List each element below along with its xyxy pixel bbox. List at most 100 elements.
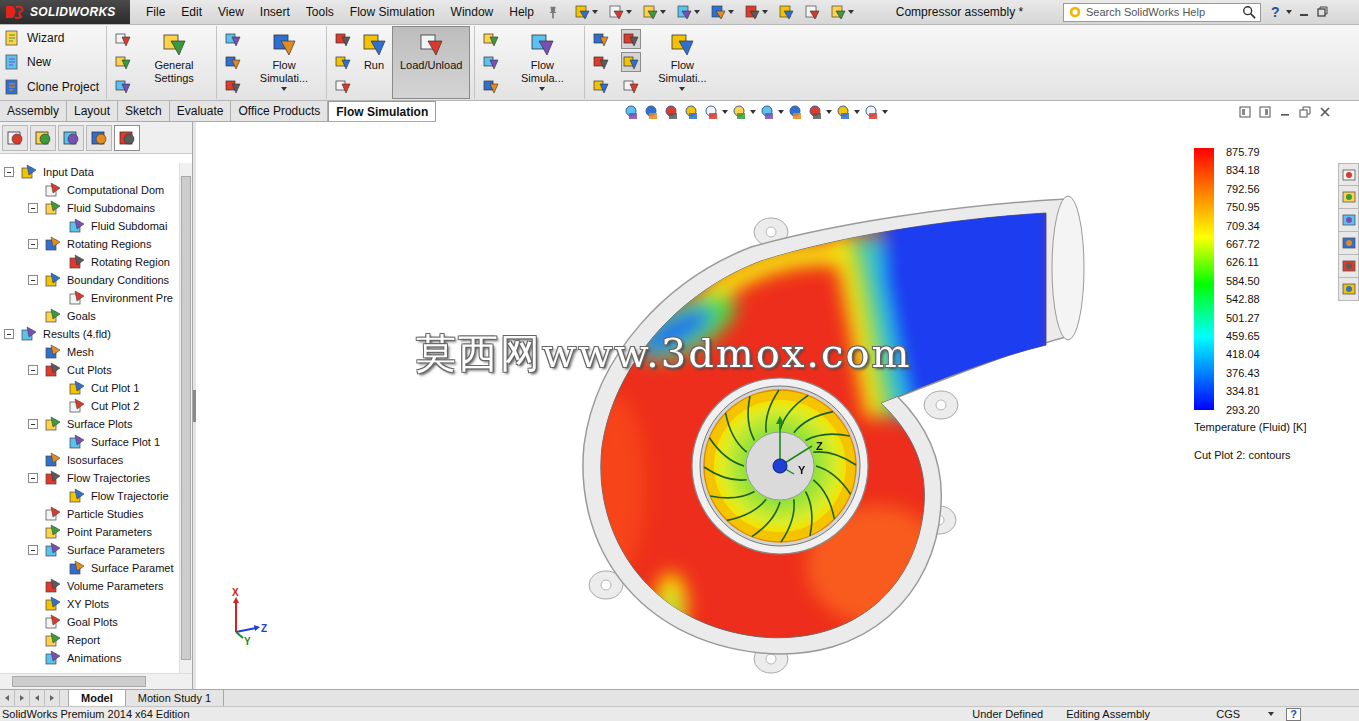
tree-item[interactable]: Goal Plots [0, 613, 179, 631]
horizontal-scrollbar[interactable] [0, 673, 192, 689]
compressor-model[interactable]: ZY [576, 185, 1096, 675]
menu-item[interactable]: Window [443, 3, 502, 21]
ribbon-icon-button[interactable] [591, 29, 611, 49]
tree-item[interactable]: Fluid Subdomains [0, 199, 179, 217]
view-tool-button[interactable] [664, 104, 680, 120]
ribbon-small-button[interactable]: Wizard [2, 30, 102, 46]
status-help-button[interactable]: ? [1286, 708, 1301, 721]
tree-item[interactable]: Surface Parameters [0, 541, 179, 559]
panel-tab[interactable] [86, 125, 112, 151]
view-tool-button[interactable] [732, 104, 756, 120]
tile-icon[interactable] [1239, 106, 1251, 118]
view-tool-button[interactable] [644, 104, 660, 120]
panel-tab[interactable] [114, 125, 140, 151]
view-tool-button[interactable] [864, 104, 888, 120]
expand-toggle[interactable] [28, 203, 38, 213]
tree-item[interactable]: Cut Plots [0, 361, 179, 379]
tree-item[interactable]: Boundary Conditions [0, 271, 179, 289]
ribbon-icon-button[interactable] [223, 76, 243, 96]
ribbon-icon-button[interactable] [591, 76, 611, 96]
tree-item[interactable]: Goals [0, 307, 179, 325]
expand-toggle[interactable] [28, 365, 38, 375]
view-tool-button[interactable] [704, 104, 728, 120]
panel-grip[interactable] [0, 154, 192, 163]
tree-item[interactable]: Volume Parameters [0, 577, 179, 595]
scroll-thumb[interactable] [181, 176, 191, 661]
minimize-icon[interactable] [1279, 106, 1291, 118]
view-tool-button[interactable] [760, 104, 784, 120]
ribbon-button[interactable]: Run [356, 26, 392, 99]
tile-icon[interactable] [1259, 106, 1271, 118]
tab-scroll-button[interactable] [0, 690, 15, 706]
ribbon-button[interactable]: Flow Simulati... [246, 26, 322, 99]
tree-item[interactable]: Fluid Subdomai [0, 217, 179, 235]
expand-toggle[interactable] [4, 167, 14, 177]
tree-item[interactable]: Cut Plot 1 [0, 379, 179, 397]
task-pane-button[interactable] [1338, 186, 1359, 209]
tab-scroll-button[interactable] [15, 690, 30, 706]
menu-item[interactable]: File [138, 3, 173, 21]
tree-item[interactable]: Particle Studies [0, 505, 179, 523]
menu-item[interactable]: Flow Simulation [342, 3, 443, 21]
tree-item[interactable]: Rotating Regions [0, 235, 179, 253]
ribbon-icon-button[interactable] [333, 29, 353, 49]
command-tab[interactable]: Layout [67, 101, 118, 121]
tree-item[interactable]: Surface Paramet [0, 559, 179, 577]
view-tool-button[interactable] [624, 104, 640, 120]
command-tab[interactable]: Assembly [0, 101, 67, 121]
tree-item[interactable]: Isosurfaces [0, 451, 179, 469]
ribbon-icon-button[interactable] [223, 52, 243, 72]
tree-item[interactable]: Rotating Region [0, 253, 179, 271]
tree-item[interactable]: Input Data [0, 163, 179, 181]
toolbar-button[interactable] [572, 2, 600, 22]
command-tab[interactable]: Sketch [118, 101, 170, 121]
expand-toggle[interactable] [28, 473, 38, 483]
magnifier-icon[interactable] [1242, 5, 1256, 19]
tree-item[interactable]: Report [0, 631, 179, 649]
scroll-thumb[interactable] [12, 676, 146, 687]
toolbar-button[interactable] [802, 2, 822, 22]
tree-item[interactable]: Animations [0, 649, 179, 667]
task-pane-button[interactable] [1338, 163, 1359, 186]
toolbar-button[interactable] [776, 2, 796, 22]
menu-item[interactable]: Help [501, 3, 542, 21]
toolbar-button[interactable] [674, 2, 702, 22]
ribbon-button[interactable]: Flow Simulati... [644, 26, 720, 99]
tree-item[interactable]: Surface Plots [0, 415, 179, 433]
toolbar-button[interactable] [742, 2, 770, 22]
task-pane-button[interactable] [1338, 255, 1359, 278]
pin-icon[interactable] [546, 5, 560, 19]
restore-icon[interactable] [1316, 6, 1328, 18]
ribbon-button[interactable]: Flow Simula... [504, 26, 580, 99]
tree-item[interactable]: Point Parameters [0, 523, 179, 541]
app-logo[interactable]: SOLIDWORKS [0, 0, 130, 24]
ribbon-icon-button[interactable] [333, 76, 353, 96]
ribbon-icon-button[interactable] [113, 52, 133, 72]
ribbon-icon-button[interactable] [223, 29, 243, 49]
tree-item[interactable]: Mesh [0, 343, 179, 361]
view-tool-button[interactable] [788, 104, 804, 120]
tree-item[interactable]: Environment Pre [0, 289, 179, 307]
tree-item[interactable]: Flow Trajectories [0, 469, 179, 487]
ribbon-icon-button[interactable] [333, 52, 353, 72]
view-tool-button[interactable] [684, 104, 700, 120]
ribbon-icon-button[interactable] [621, 29, 641, 49]
view-tool-button[interactable] [836, 104, 860, 120]
tree-item[interactable]: Flow Trajectorie [0, 487, 179, 505]
expand-toggle[interactable] [28, 275, 38, 285]
task-pane-button[interactable] [1338, 209, 1359, 232]
toolbar-button[interactable] [828, 2, 856, 22]
ribbon-small-button[interactable]: Clone Project [2, 79, 102, 95]
minimize-icon[interactable] [1298, 6, 1310, 18]
view-tool-button[interactable] [808, 104, 832, 120]
tree-item[interactable]: Cut Plot 2 [0, 397, 179, 415]
panel-tab[interactable] [2, 125, 28, 151]
command-tab[interactable]: Flow Simulation [328, 101, 436, 121]
ribbon-small-button[interactable]: New [2, 54, 102, 70]
ribbon-icon-button[interactable] [113, 76, 133, 96]
ribbon-icon-button[interactable] [481, 29, 501, 49]
menu-item[interactable]: Edit [173, 3, 210, 21]
help-button[interactable]: ? [1271, 4, 1280, 20]
panel-tab[interactable] [30, 125, 56, 151]
menu-item[interactable]: View [210, 3, 252, 21]
